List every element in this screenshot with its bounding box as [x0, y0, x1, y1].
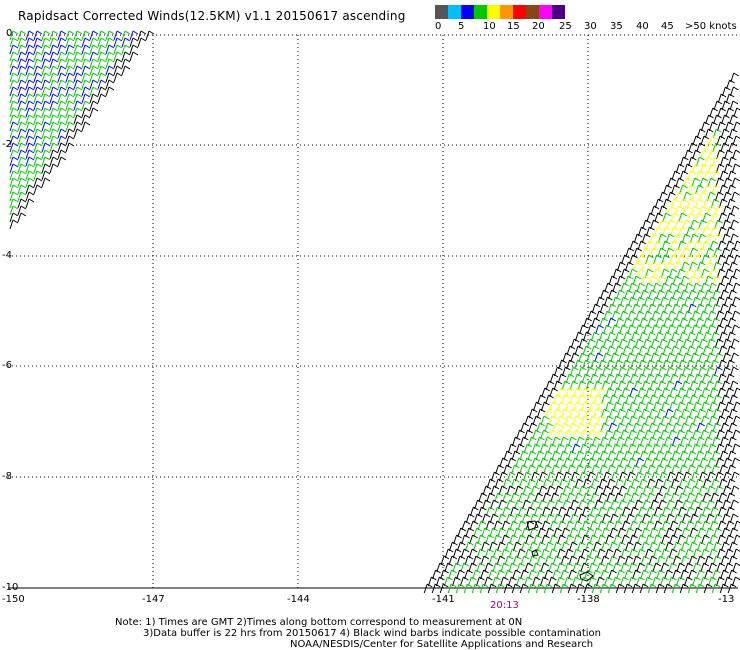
lat-tick-label: -10 — [2, 582, 18, 593]
wind-barb — [733, 240, 740, 251]
wind-barb — [17, 212, 27, 223]
wind-barb — [732, 415, 740, 426]
wind-barb — [732, 401, 740, 412]
lat-tick-label: -2 — [2, 139, 12, 150]
wind-barb — [730, 72, 740, 83]
wind-barb — [81, 121, 91, 132]
wind-barb — [731, 457, 740, 468]
lon-tick-label: -141 — [432, 594, 455, 605]
wind-barb — [732, 121, 740, 132]
wind-barb — [732, 429, 740, 440]
wind-barb — [733, 107, 740, 118]
wind-barb — [731, 177, 740, 188]
wind-barb — [730, 499, 739, 510]
wind-barb — [41, 177, 51, 188]
lat-tick-label: -8 — [2, 471, 12, 482]
wind-barb — [730, 338, 740, 349]
wind-barb — [731, 310, 740, 321]
wind-barb — [129, 51, 139, 62]
wind-barb — [65, 142, 75, 153]
pass-time-label: 20:13 — [490, 600, 519, 611]
wind-barb — [731, 576, 740, 587]
wind-barb — [730, 219, 739, 230]
note-line-3: NOAA/NESDIS/Center for Satellite Applica… — [290, 639, 594, 650]
wind-barb — [733, 387, 740, 398]
note-line-1: Note: 1) Times are GMT 2)Times along bot… — [115, 617, 523, 628]
map-grid — [8, 34, 738, 590]
wind-barb — [730, 471, 740, 482]
lon-tick-label: -13 — [718, 594, 734, 605]
note-line-2: 3)Data buffer is 22 hrs from 20150617 4)… — [143, 628, 601, 639]
wind-barb — [33, 184, 43, 195]
wind-barb — [730, 352, 740, 363]
wind-barb — [732, 149, 740, 160]
wind-barb — [137, 37, 147, 48]
wind-barb — [9, 219, 19, 230]
wind-barb — [729, 366, 739, 377]
wind-barb — [105, 86, 115, 97]
lon-tick-label: -138 — [577, 594, 600, 605]
wind-barb — [731, 324, 740, 335]
wind-barb — [732, 282, 740, 293]
wind-barb — [89, 107, 99, 118]
wind-barb — [731, 443, 740, 454]
wind-barb — [121, 65, 131, 76]
wind-barb — [57, 156, 67, 167]
wind-barb — [732, 562, 740, 573]
wind-barb — [730, 485, 740, 496]
wind-barb — [25, 198, 35, 209]
wind-barb — [113, 72, 123, 83]
lat-tick-label: -6 — [2, 360, 12, 371]
wind-barb — [731, 296, 740, 307]
wind-map: 0 -2 -4 -6 -8 -10 -150 -147 -144 -141 -1… — [2, 28, 740, 605]
wind-barb — [732, 548, 740, 559]
lat-tick-label: -4 — [2, 250, 12, 261]
lon-tick-label: -150 — [2, 594, 25, 605]
lon-tick-label: -144 — [287, 594, 310, 605]
wind-barb — [733, 520, 740, 531]
wind-barb — [729, 86, 739, 97]
lat-tick-label: 0 — [6, 28, 12, 39]
wind-barb — [730, 191, 740, 202]
wind-barb — [49, 163, 59, 174]
wind-barb — [730, 205, 740, 216]
wind-barb — [732, 135, 740, 146]
wind-barb — [73, 128, 83, 139]
wind-barb — [733, 534, 740, 545]
lon-tick-label: -147 — [142, 594, 165, 605]
wind-barb — [97, 93, 107, 104]
wind-barb — [731, 163, 740, 174]
axis-tick-labels: 0 -2 -4 -6 -8 -10 -150 -147 -144 -141 -1… — [2, 28, 734, 605]
wind-barbs — [9, 30, 740, 594]
wind-barb — [732, 268, 740, 279]
